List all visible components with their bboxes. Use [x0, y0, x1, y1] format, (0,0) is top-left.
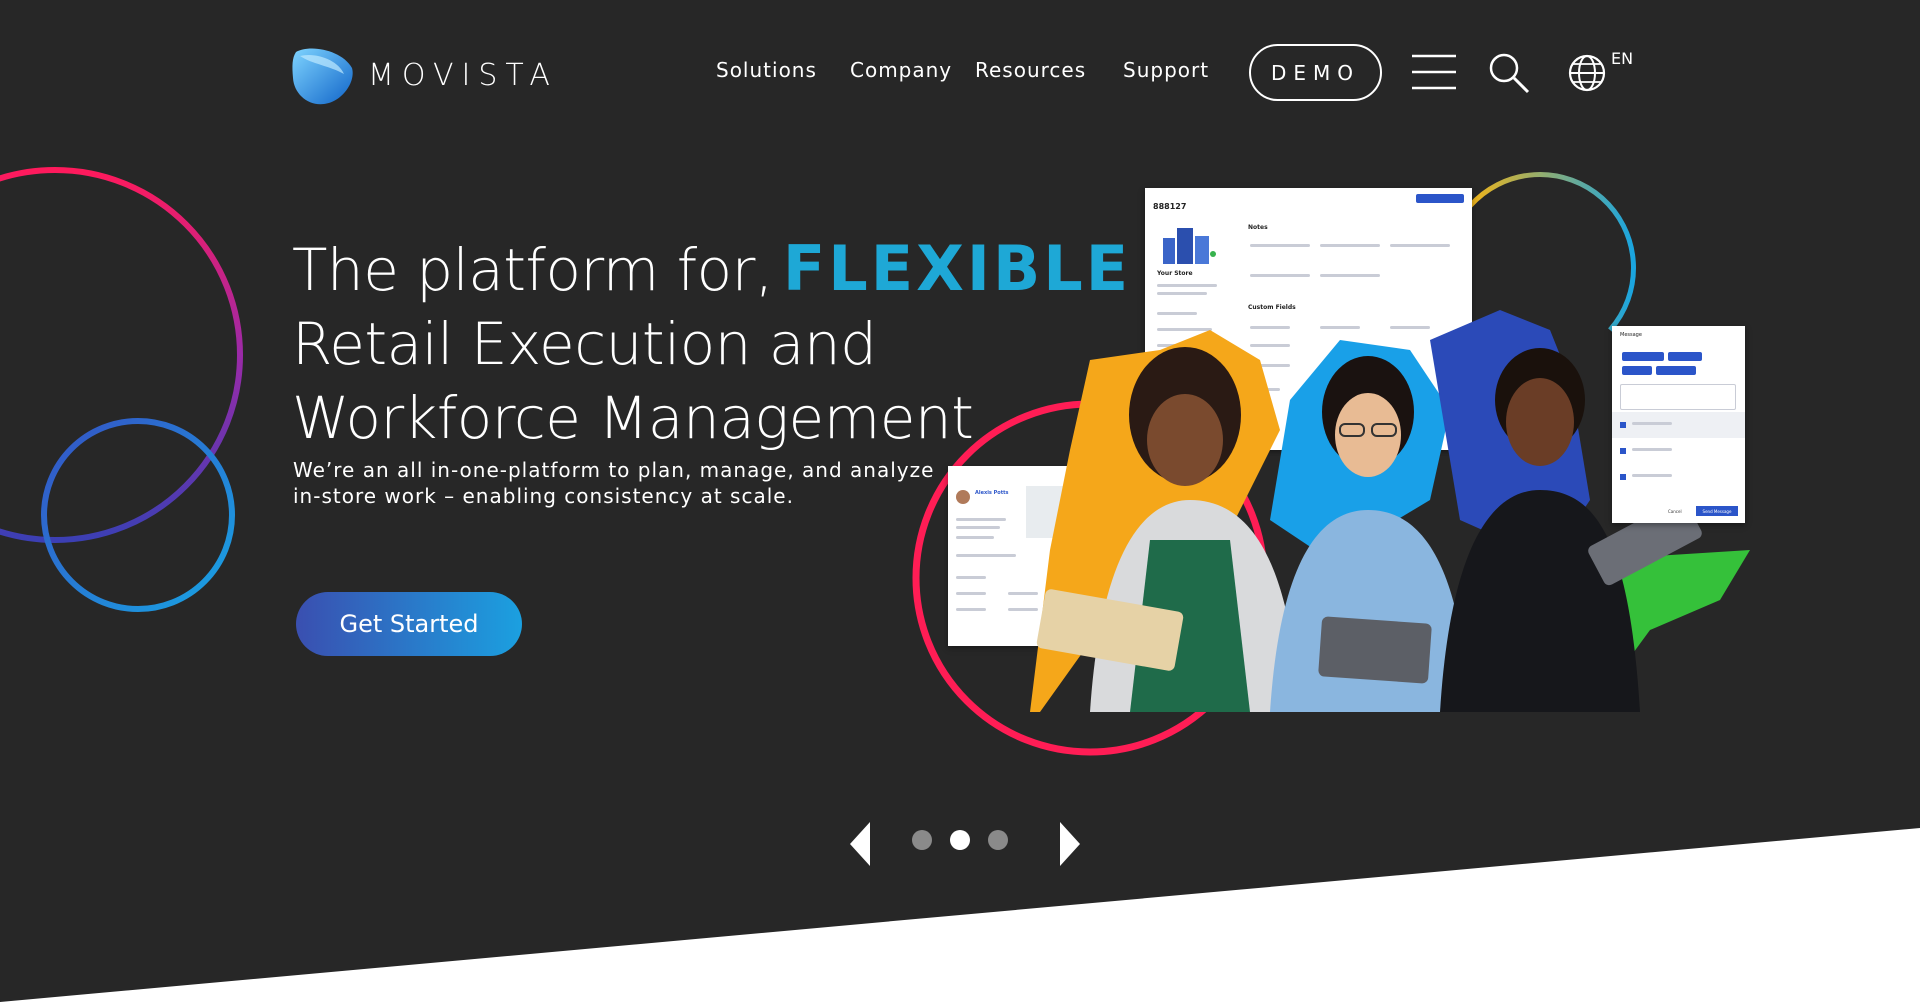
carousel-dot-3[interactable]: [988, 830, 1008, 850]
brand-logo[interactable]: MOVISTA: [290, 44, 558, 106]
carousel-dot-2[interactable]: [950, 830, 970, 850]
hero-subtitle-line2: in-store work – enabling consistency at …: [293, 484, 794, 508]
demo-button[interactable]: DEMO: [1249, 44, 1382, 101]
export-button: [1416, 194, 1464, 203]
get-started-button[interactable]: Get Started: [296, 592, 522, 656]
hero-subtitle: We’re an all in-one-platform to plan, ma…: [293, 457, 953, 509]
carousel-dots: [912, 830, 1008, 850]
menu-icon[interactable]: [1410, 52, 1458, 92]
message-card: Message Cancel Send Message: [1612, 326, 1745, 523]
nav-item-company[interactable]: Company: [850, 58, 952, 82]
building-icon: [1163, 228, 1216, 264]
send-message-label: Send Message: [1696, 506, 1738, 516]
hero-title-accent: FLEXIBLE: [782, 232, 1132, 305]
hero-title-line3: Workforce Management: [292, 384, 974, 452]
hero-title: The platform for, FLEXIBLE Retail Executi…: [292, 232, 1131, 455]
nav-item-solutions[interactable]: Solutions: [716, 58, 817, 82]
cancel-label: Cancel: [1668, 509, 1682, 514]
language-label[interactable]: EN: [1611, 49, 1633, 68]
hero-title-line2: Retail Execution and: [292, 310, 877, 378]
contact-name: Alexis Potts: [975, 490, 1009, 496]
carousel-dot-1[interactable]: [912, 830, 932, 850]
store-name: Your Store: [1157, 270, 1193, 277]
chevron-right-icon[interactable]: [1054, 820, 1084, 868]
hero-title-line1: The platform for,: [292, 236, 773, 304]
globe-icon[interactable]: [1568, 54, 1606, 92]
notes-label: Notes: [1248, 224, 1268, 231]
hero-subtitle-line1: We’re an all in-one-platform to plan, ma…: [293, 458, 935, 482]
search-icon[interactable]: [1488, 52, 1530, 94]
brand-name: MOVISTA: [368, 57, 558, 93]
message-input: [1620, 384, 1736, 410]
store-id: 888127: [1153, 202, 1187, 211]
message-card-title: Message: [1620, 332, 1642, 338]
avatar: [956, 490, 970, 504]
nav-item-resources[interactable]: Resources: [975, 58, 1086, 82]
nav-item-support[interactable]: Support: [1123, 58, 1209, 82]
chevron-left-icon[interactable]: [846, 820, 876, 868]
movista-logo-icon: [292, 48, 353, 105]
